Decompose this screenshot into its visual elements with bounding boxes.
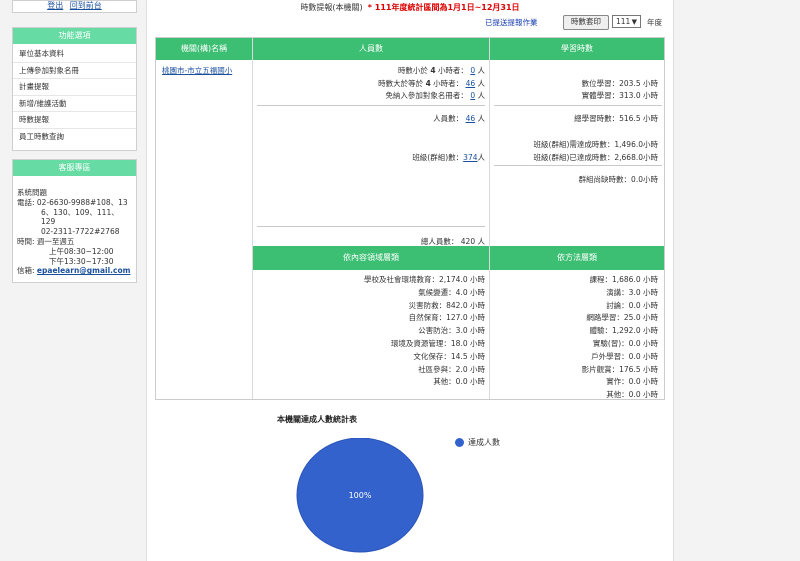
domain-hours-item: 災害防救：842.0 小時 — [408, 300, 485, 310]
menu-item-plan-report[interactable]: 計畫提報 — [13, 79, 136, 96]
divider — [252, 38, 253, 399]
service-phone-ext: 6、130、109、111、129 — [41, 207, 119, 227]
class-count-link[interactable]: 374 — [463, 153, 477, 162]
method-hours-item: 實驗(習)：0.0 小時 — [592, 339, 658, 348]
email-link[interactable]: epaelearn@gmail.com — [37, 266, 131, 275]
function-menu: 功能選項 單位基本資料 上傳參加對象名冊 計畫提報 新增/維護活動 時數提報 員… — [12, 27, 137, 151]
domain-hours-item: 氣候變遷：4.0 小時 — [418, 287, 485, 297]
domain-hours-item: 文化保存：14.5 小時 — [413, 351, 485, 361]
header-by-domain: 依內容領域層類 — [253, 246, 489, 270]
stats-table: 機關(構)名稱 人員數 學習時數 桃園市-市立五福國小 時數小於 4 小時者： … — [155, 37, 665, 400]
legend-swatch — [455, 438, 464, 447]
hours-class-required: 班級(群組)需達成時數：1,496.0小時 — [533, 140, 658, 149]
divider — [494, 105, 662, 106]
page-title-text: 時數提報(本機關) — [300, 3, 363, 12]
domain-hours-item: 學校及社會環境教育：2,174.0 小時 — [363, 275, 485, 284]
domain-hours-item: 環境及資源管理：18.0 小時 — [390, 339, 485, 348]
pie-chart: 100% — [296, 438, 424, 553]
chevron-down-icon: ▼ — [631, 18, 637, 26]
method-hours-item: 其他：0.0 小時 — [606, 390, 658, 400]
exempt-count-link[interactable]: 0 — [470, 91, 475, 100]
service-title: 客服專區 — [13, 160, 136, 176]
account-links: 登出 回到前台 — [12, 0, 137, 13]
staff-count-link[interactable]: 46 — [466, 114, 476, 123]
stat-period-note: * 111年度統計區間為1月1日~12月31日 — [367, 3, 520, 12]
method-hours-item: 網路學習：25.0 小時 — [586, 313, 658, 323]
header-hours: 學習時數 — [490, 38, 664, 60]
service-phone: 電話: 02-6630-9988#108、13 — [17, 197, 128, 207]
legend-label: 達成人數 — [468, 438, 500, 447]
method-hours-item: 實作：0.0 小時 — [606, 377, 658, 387]
people-exempt: 免納入參加對象名冊者： 0 人 — [385, 91, 485, 100]
service-hours-am: 上午08:30~12:00 — [49, 246, 114, 256]
sent-report-link[interactable]: 已提送提報作業 — [485, 17, 538, 28]
menu-item-hours-report[interactable]: 時數提報 — [13, 112, 136, 129]
back-to-front-link[interactable]: 回到前台 — [70, 1, 102, 10]
hours-total: 總學習時數：516.5 小時 — [574, 114, 658, 123]
chart-title: 本機關達成人數統計表 — [277, 415, 357, 424]
people-staff: 人員數： 46 人 — [433, 114, 485, 123]
divider — [489, 38, 490, 399]
domain-hours-item: 其他：0.0 小時 — [433, 377, 485, 387]
method-hours-item: 課程：1,686.0 小時 — [589, 275, 658, 284]
year-select-value: 111 — [616, 17, 631, 26]
page-title: 時數提報(本機關) * 111年度統計區間為1月1日~12月31日 — [147, 2, 673, 13]
service-hours: 時間: 週一至週五 — [17, 236, 75, 246]
header-org: 機關(構)名稱 — [156, 38, 252, 60]
header-people: 人員數 — [253, 38, 489, 60]
service-panel: 客服專區 系統問題 電話: 02-6630-9988#108、13 6、130、… — [12, 159, 137, 284]
divider — [494, 165, 662, 166]
over4-count-link[interactable]: 46 — [466, 79, 476, 88]
year-label: 年度 — [647, 18, 662, 27]
method-hours-item: 影片觀賞：176.5 小時 — [581, 364, 658, 374]
service-phone-2: 02-2311-7722#2768 — [41, 227, 120, 237]
org-name-link[interactable]: 桃園市-市立五福國小 — [162, 65, 232, 76]
divider — [257, 105, 485, 106]
menu-title: 功能選項 — [13, 28, 136, 44]
divider — [257, 226, 485, 227]
pie-slice-label: 100% — [349, 491, 372, 500]
under4-count-link[interactable]: 0 — [470, 66, 475, 75]
hours-class-reached: 班級(群組)已達成時數：2,668.0小時 — [533, 153, 658, 162]
menu-item-basic-info[interactable]: 單位基本資料 — [13, 46, 136, 63]
people-under4: 時數小於 4 小時者： 0 人 — [397, 66, 485, 75]
domain-hours-item: 社區參與：2.0 小時 — [418, 364, 485, 374]
people-over4: 時數大於等於 4 小時者： 46 人 — [378, 79, 485, 88]
people-class: 班級(群組)數：374人 — [412, 153, 485, 162]
menu-item-staff-hours[interactable]: 員工時數查詢 — [13, 129, 136, 145]
service-hours-pm: 下午13:30~17:30 — [49, 256, 114, 266]
print-hours-button[interactable]: 時數套印 — [563, 15, 609, 30]
email-label: 信箱: — [17, 266, 35, 276]
domain-hours-item: 自然保育：127.0 小時 — [408, 313, 485, 323]
header-by-method: 依方法層類 — [490, 246, 664, 270]
method-hours-item: 戶外學習：0.0 小時 — [591, 351, 658, 361]
method-hours-item: 體驗：1,292.0 小時 — [589, 326, 658, 336]
main-panel: 時數提報(本機關) * 111年度統計區間為1月1日~12月31日 已提送提報作… — [146, 0, 674, 561]
hours-class-missing: 群組尚缺時數：0.0小時 — [578, 175, 658, 184]
left-sidebar: 登出 回到前台 功能選項 單位基本資料 上傳參加對象名冊 計畫提報 新增/維護活… — [12, 0, 137, 284]
logout-link[interactable]: 登出 — [47, 1, 63, 10]
service-line: 系統問題 — [17, 188, 47, 197]
year-select[interactable]: 111 ▼ — [612, 15, 641, 28]
method-hours-item: 討論：0.0 小時 — [606, 300, 658, 310]
hours-digital: 數位學習：203.5 小時 — [581, 79, 658, 88]
chart-legend: 達成人數 — [455, 437, 500, 448]
menu-item-upload-roster[interactable]: 上傳參加對象名冊 — [13, 63, 136, 79]
method-hours-item: 演講：3.0 小時 — [606, 287, 658, 297]
menu-item-activities[interactable]: 新增/維護活動 — [13, 96, 136, 112]
hours-physical: 實體學習：313.0 小時 — [581, 91, 658, 100]
domain-hours-item: 公害防治：3.0 小時 — [418, 326, 485, 336]
